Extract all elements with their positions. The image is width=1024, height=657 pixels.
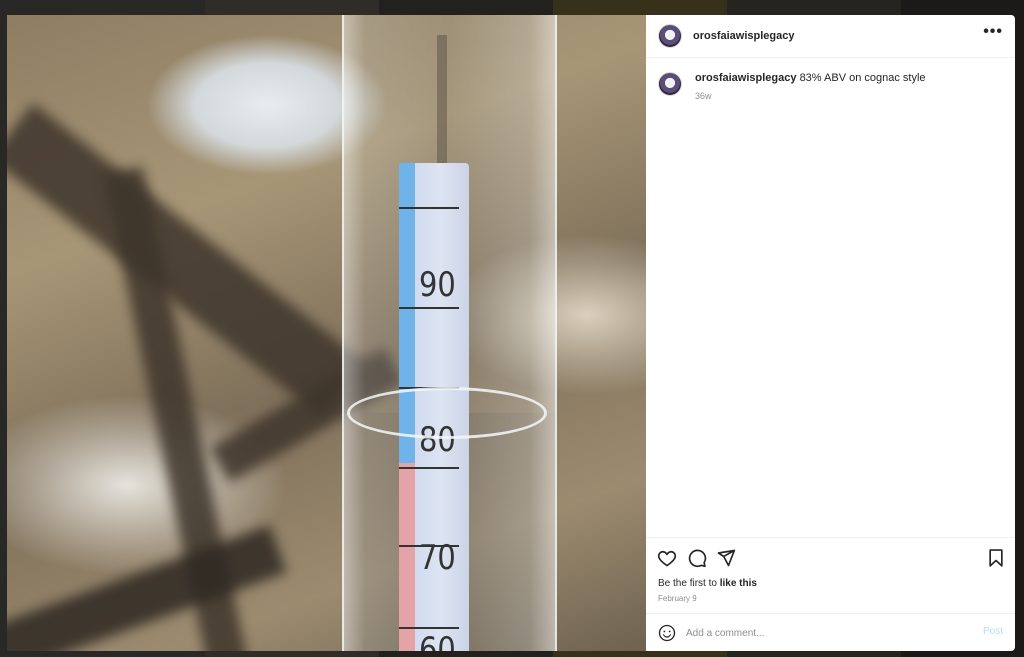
more-options-icon[interactable]: ••• — [983, 24, 1003, 40]
caption-text: 83% ABV on cognac style — [799, 72, 926, 84]
scale-label-60: 60 — [419, 630, 456, 651]
post-caption: orosfaiawisplegacy 83% ABV on cognac sty… — [695, 72, 995, 84]
avatar[interactable] — [658, 24, 682, 48]
scale-label-90: 90 — [419, 265, 456, 305]
heart-icon[interactable] — [657, 548, 677, 568]
post-age[interactable]: 36w — [695, 91, 712, 101]
post-photo: 90 80 70 60 — [7, 15, 646, 651]
scale-label-70: 70 — [419, 538, 456, 578]
post-details-panel: orosfaiawisplegacy ••• orosfaiawisplegac… — [646, 15, 1015, 651]
likes-prefix: Be the first to — [658, 578, 720, 589]
emoji-icon[interactable] — [658, 624, 676, 642]
caption-username[interactable]: orosfaiawisplegacy — [695, 72, 797, 84]
post-header: orosfaiawisplegacy ••• — [646, 15, 1015, 58]
share-icon[interactable] — [716, 548, 736, 568]
action-bar — [646, 537, 1015, 581]
likes-summary: Be the first to like this — [658, 578, 757, 589]
liquid-meniscus — [347, 387, 547, 439]
like-this-link[interactable]: like this — [720, 578, 757, 589]
post-date[interactable]: February 9 — [658, 594, 697, 603]
bookmark-icon[interactable] — [986, 548, 1006, 568]
header-username[interactable]: orosfaiawisplegacy — [693, 30, 795, 42]
caption-avatar[interactable] — [658, 72, 682, 96]
post-comment-button[interactable]: Post — [983, 626, 1003, 637]
comment-icon[interactable] — [687, 548, 707, 568]
comment-input[interactable] — [686, 623, 966, 643]
comment-bar: Post — [646, 613, 1015, 651]
